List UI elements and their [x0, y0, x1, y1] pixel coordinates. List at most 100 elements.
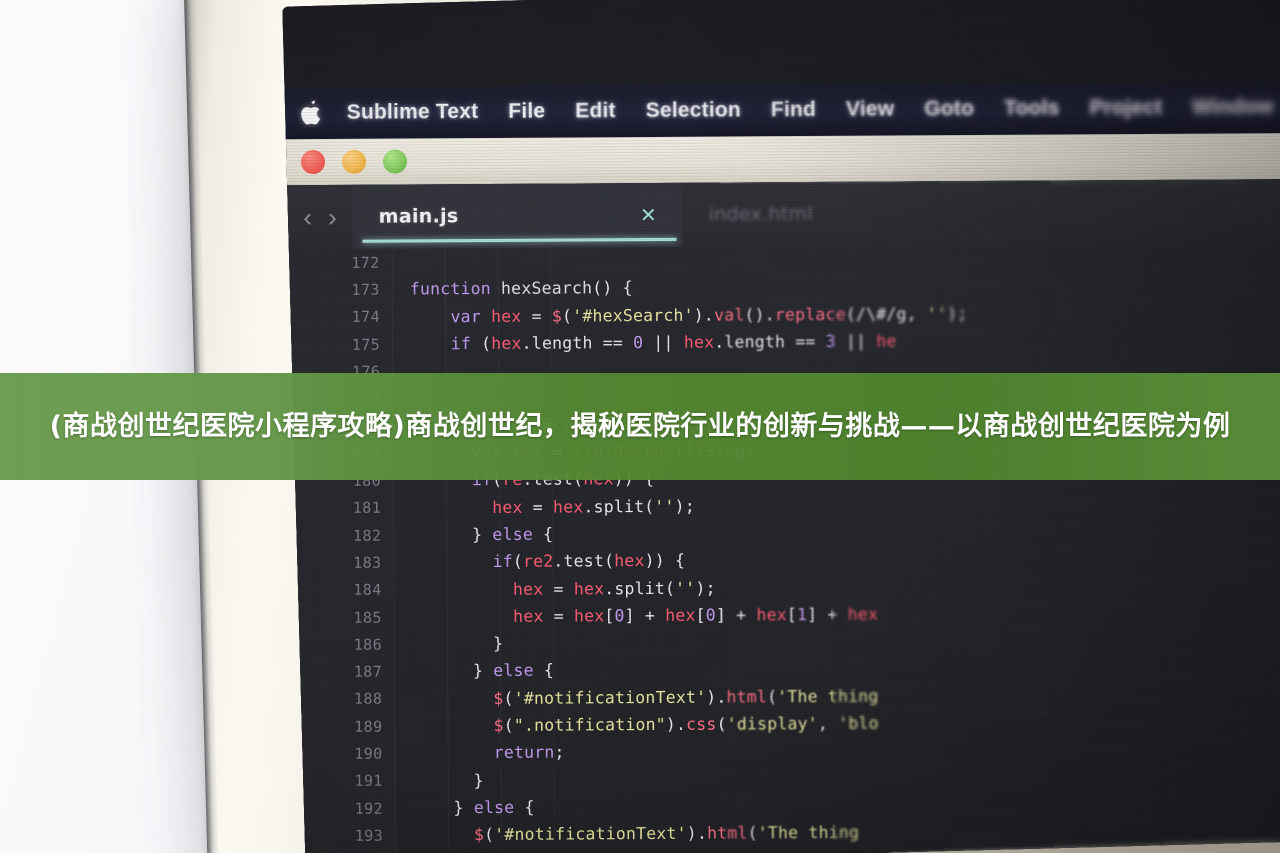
tab-main-js[interactable]: main.js ✕	[352, 182, 683, 249]
gutter-line-number[interactable]: 183	[282, 549, 393, 577]
code-token: if	[450, 333, 482, 354]
gutter-line-number[interactable]: 172	[282, 249, 391, 277]
line-number-text: 181	[352, 498, 382, 518]
menu-item-edit[interactable]: Edit	[575, 99, 616, 123]
code-token: ).	[693, 305, 715, 325]
code-token: =	[522, 497, 554, 517]
code-token: 'The thing	[757, 822, 860, 843]
code-token: .split(	[604, 578, 676, 598]
code-token: ''	[654, 496, 675, 516]
code-token: else	[493, 661, 544, 681]
nav-back-icon[interactable]: ‹	[303, 202, 312, 233]
code-token: );	[947, 303, 968, 323]
nav-forward-icon[interactable]: ›	[328, 201, 337, 232]
title-overlay-band: (商战创世纪医院小程序攻略)商战创世纪，揭秘医院行业的创新与挑战——以商战创世纪…	[0, 373, 1280, 480]
code-token: =	[521, 306, 552, 326]
code-token: (/\#/g,	[845, 303, 927, 324]
gutter-line-number[interactable]: 174	[282, 303, 392, 331]
code-token: (	[561, 306, 573, 326]
gutter-line-number[interactable]: 175	[282, 330, 392, 358]
line-number-text: 175	[351, 335, 381, 354]
line-number-text: 193	[354, 826, 384, 845]
editor-tab-strip: ‹ › main.js ✕ index.html	[282, 177, 1280, 250]
code-token: );	[695, 578, 716, 598]
menu-item-goto[interactable]: Goto	[924, 97, 974, 121]
menu-item-selection[interactable]: Selection	[646, 98, 741, 123]
code-token: () {	[592, 278, 633, 298]
code-token: }	[472, 661, 494, 681]
code-token: else	[492, 524, 544, 544]
code-token: ''	[926, 303, 948, 323]
macos-menu-bar[interactable]: Sublime Text File Edit Selection Find Vi…	[282, 79, 1280, 140]
zoom-traffic-light[interactable]	[382, 149, 408, 174]
gutter-line-number[interactable]: 184	[282, 576, 393, 604]
minimize-traffic-light[interactable]	[341, 149, 367, 174]
menu-item-project[interactable]: Project	[1089, 96, 1162, 120]
code-token: (	[747, 823, 758, 843]
sublime-text-editor: ‹ › main.js ✕ index.html 172 173 174 175 176…	[282, 177, 1280, 853]
screenshot-root: Sublime Text File Edit Selection Find Vi…	[0, 0, 1280, 853]
gutter-line-number[interactable]: 181	[282, 494, 393, 522]
menu-item-view[interactable]: View	[846, 97, 894, 121]
menu-item-find[interactable]: Find	[771, 98, 816, 122]
tab-close-icon[interactable]: ✕	[640, 202, 657, 227]
code-token: replace	[774, 304, 846, 324]
code-token: he	[876, 331, 897, 351]
code-token: hex	[552, 497, 584, 517]
menu-item-sublime-text[interactable]: Sublime Text	[347, 100, 479, 125]
code-token: $	[493, 688, 504, 708]
code-token: (	[484, 825, 495, 845]
gutter-line-number[interactable]: 186	[282, 631, 394, 659]
code-token: (	[503, 688, 514, 708]
code-token: css	[686, 714, 717, 734]
line-number-text: 192	[354, 799, 384, 818]
menu-item-file[interactable]: File	[508, 100, 545, 124]
code-token: .length ==	[521, 332, 634, 353]
code-token: hex	[847, 604, 879, 624]
code-token: .length ==	[714, 331, 826, 352]
close-traffic-light[interactable]	[300, 149, 326, 175]
code-token: hex	[573, 606, 605, 626]
code-token: ;	[554, 742, 565, 762]
code-token: );	[674, 496, 695, 516]
code-token: [	[695, 605, 706, 625]
window-title-bar	[282, 131, 1280, 186]
code-token: ".notification"	[513, 714, 666, 735]
apple-logo-icon[interactable]	[299, 100, 321, 126]
code-token: hex	[512, 579, 544, 599]
line-number-text: 189	[354, 717, 383, 736]
gutter-line-number[interactable]: 185	[282, 603, 394, 631]
code-token: hex	[756, 605, 787, 625]
code-token: $	[473, 825, 485, 845]
menu-item-window[interactable]: Window	[1192, 95, 1274, 119]
code-token: ().	[744, 304, 775, 325]
code-token: hex	[665, 605, 696, 625]
code-token: =	[543, 579, 574, 599]
code-token: {	[543, 661, 555, 681]
code-token: else	[473, 797, 525, 818]
code-token: hex	[491, 333, 522, 353]
code-token: (	[481, 333, 492, 353]
line-number-text: 190	[354, 744, 383, 763]
tab-index-html[interactable]: index.html	[683, 182, 840, 247]
code-token: {	[524, 797, 535, 817]
code-token: ] +	[624, 605, 666, 626]
code-token: }	[472, 524, 493, 545]
code-token: (	[716, 714, 727, 734]
code-token: ||	[643, 332, 684, 352]
gutter-line-number[interactable]: 182	[282, 522, 393, 550]
code-token: 'blo	[838, 713, 879, 733]
code-token: =	[543, 606, 575, 626]
code-token: [	[604, 606, 615, 626]
editor-code-area[interactable]: function hexSearch() { var hex = $('#hex…	[392, 241, 1280, 853]
menu-item-tools[interactable]: Tools	[1004, 96, 1060, 120]
gutter-line-number[interactable]: 173	[282, 276, 392, 304]
code-token: {	[543, 524, 554, 544]
